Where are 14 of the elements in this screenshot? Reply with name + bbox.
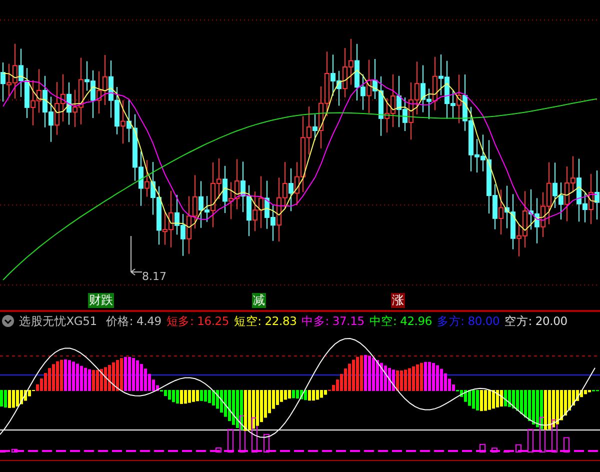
indicator-reading: 短多: 16.25 [166,314,230,328]
indicator-reading: 中空: 42.96 [369,314,432,328]
low-price-label: 8.17 [142,270,166,283]
signal-tag: 涨 [391,292,405,308]
indicator-name: 选股无忧XG51 [19,314,97,328]
indicator-reading: 价格: 4.49 [106,314,162,328]
indicator-reading: 空方: 20.00 [504,314,568,328]
signal-tag: 减 [252,292,266,308]
low-marker-icon [130,236,142,276]
collapse-icon[interactable] [2,315,14,327]
signal-tag: 财跌 [88,292,114,308]
indicator-reading: 多方: 80.00 [437,314,500,328]
indicator-reading: 短空: 22.83 [234,314,297,328]
indicator-reading: 中多: 37.15 [302,314,364,328]
